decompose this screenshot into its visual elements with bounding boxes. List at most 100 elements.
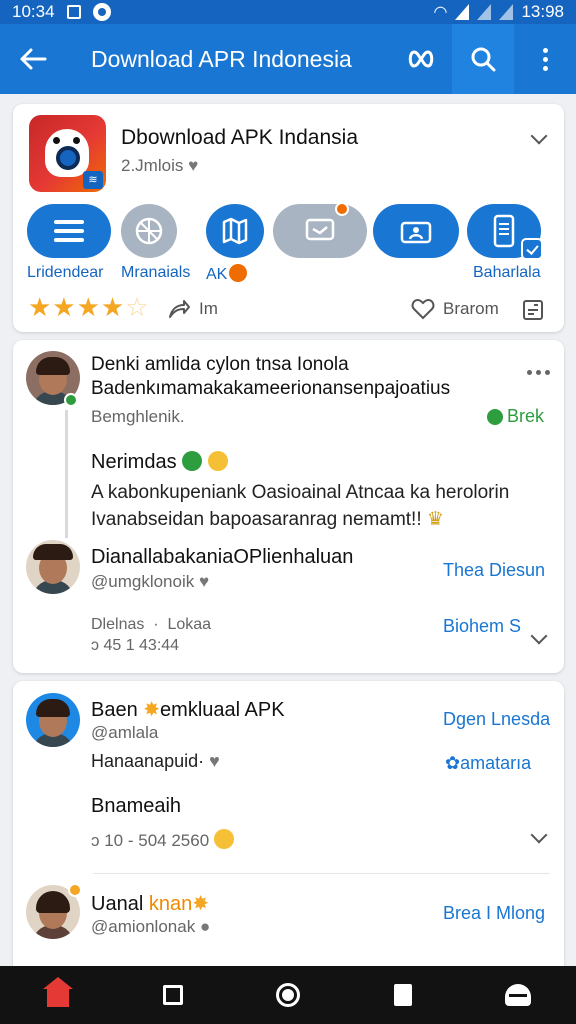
nav-recents[interactable] bbox=[145, 973, 201, 1017]
post-link[interactable]: Brea I Mlong bbox=[443, 903, 545, 924]
smile-emoji-icon bbox=[207, 451, 228, 471]
signal-icon bbox=[455, 4, 470, 20]
infinity-icon bbox=[408, 50, 434, 68]
check-circle-icon bbox=[487, 408, 503, 425]
action-profile-button[interactable] bbox=[373, 204, 459, 258]
home-icon bbox=[42, 977, 73, 1007]
square-icon bbox=[162, 985, 183, 1005]
page-title: Download APR Indonesia bbox=[91, 45, 352, 72]
notification-dot bbox=[335, 202, 349, 216]
chevron-down-icon[interactable] bbox=[530, 826, 548, 844]
action-message-button[interactable] bbox=[273, 202, 367, 258]
reply-handle: @umgklonoik ♥ bbox=[91, 572, 210, 591]
action-map-button[interactable] bbox=[206, 204, 264, 258]
map-icon bbox=[222, 217, 248, 245]
notification-icon bbox=[66, 5, 81, 19]
back-arrow-icon[interactable] bbox=[0, 24, 66, 94]
action-globe-button[interactable] bbox=[121, 204, 177, 258]
app-logo: ≋ bbox=[29, 115, 106, 192]
post-body-line-1: A kabonkupeniank Oasioainal Atncaa ka he… bbox=[91, 482, 510, 503]
heart-outline-icon bbox=[411, 298, 435, 320]
report-icon bbox=[523, 300, 543, 320]
post-link-2[interactable]: ✿amatarıa bbox=[445, 753, 531, 774]
more-horizontal-icon[interactable] bbox=[527, 370, 550, 375]
post-handle: Bemghlenik. bbox=[91, 407, 185, 426]
report-button[interactable] bbox=[521, 298, 545, 322]
nav-home[interactable] bbox=[30, 973, 86, 1017]
signal-3-icon bbox=[499, 4, 514, 20]
device-icon bbox=[493, 214, 515, 248]
nav-home-circle[interactable] bbox=[260, 973, 316, 1017]
app-notification-icon bbox=[92, 3, 111, 21]
green-emoji-icon bbox=[182, 451, 203, 471]
more-vertical-icon bbox=[542, 47, 548, 71]
search-button[interactable] bbox=[452, 24, 514, 94]
status-clock: 13:98 bbox=[521, 2, 564, 21]
search-icon bbox=[471, 47, 496, 72]
hands-emoji-icon: ♛ bbox=[426, 509, 444, 530]
chevron-down-icon[interactable] bbox=[530, 127, 548, 145]
share-button[interactable]: Im bbox=[167, 298, 218, 320]
post-subhead: Bnameaih bbox=[91, 795, 182, 817]
app-title: Dbownload APK Indansia bbox=[121, 126, 358, 149]
sparkle-icon: ✸ bbox=[143, 699, 161, 721]
share-label: Im bbox=[199, 299, 218, 318]
share-arrow-icon bbox=[169, 300, 190, 318]
signal-2-icon bbox=[477, 4, 492, 20]
action-menu-button[interactable] bbox=[27, 204, 111, 258]
wifi-icon: ◠ bbox=[433, 4, 448, 21]
heart-icon: ● bbox=[199, 917, 211, 936]
profile-card-icon bbox=[400, 221, 432, 244]
rating-stars: ★★★★☆ bbox=[28, 292, 150, 322]
online-status-icon bbox=[64, 393, 78, 407]
avatar[interactable] bbox=[26, 540, 80, 594]
badge-icon bbox=[68, 883, 82, 897]
menu-icon bbox=[505, 984, 532, 1006]
post-body-line-2: Ivanabseidan bapoasaranrag nemamt!! ♛ bbox=[91, 509, 444, 530]
reply-link[interactable]: Thea Diesun bbox=[443, 560, 545, 581]
avatar[interactable] bbox=[26, 693, 80, 747]
post-author-name-continued: Badenkımamakakameerionansenpajoatius bbox=[91, 378, 451, 399]
sparkle-icon: ✸ bbox=[192, 893, 209, 915]
post-card: Baen ✸emkluaal APK @amlala Dgen Lnesda H… bbox=[13, 681, 564, 981]
action-device-button[interactable] bbox=[467, 204, 543, 260]
document-icon bbox=[394, 984, 413, 1006]
heart-icon: ♥ bbox=[188, 156, 199, 175]
heart-icon: ♥ bbox=[209, 751, 220, 771]
chevron-down-icon[interactable] bbox=[530, 627, 548, 645]
post-author-name: Uanal knan✸ bbox=[91, 893, 209, 915]
post-subhead: Nerimdas bbox=[91, 451, 228, 474]
post-line: Hanaanapuid· ♥ bbox=[91, 751, 220, 771]
action-label-map: AK bbox=[206, 264, 248, 284]
nav-files[interactable] bbox=[375, 973, 431, 1017]
overflow-menu-button[interactable] bbox=[514, 24, 576, 94]
app-subtitle: 2.Jmlois ♥ bbox=[121, 156, 199, 175]
post-link[interactable]: Dgen Lnesda bbox=[443, 709, 550, 730]
reply-link-2[interactable]: Biohem S bbox=[443, 616, 521, 637]
nav-menu[interactable] bbox=[490, 973, 546, 1017]
app-bar: Download APR Indonesia bbox=[0, 24, 576, 94]
message-icon bbox=[305, 218, 335, 241]
save-button[interactable]: Brarom bbox=[411, 298, 499, 320]
thread-line bbox=[65, 410, 68, 538]
smile-emoji-icon bbox=[213, 829, 234, 849]
action-label-device: Baharlala bbox=[473, 264, 541, 281]
gear-icon: ✿ bbox=[445, 753, 461, 773]
globe-icon bbox=[135, 217, 163, 245]
app-badge-icon: ≋ bbox=[83, 171, 103, 189]
circle-icon bbox=[275, 983, 300, 1007]
action-label-menu: Lridendear bbox=[27, 264, 104, 281]
reply-stats: ↄ 45 1 43:44 bbox=[91, 637, 180, 654]
action-label-globe: Mranaials bbox=[121, 264, 191, 281]
post-author-name: Denki amlida cylon tnsa Ionola bbox=[91, 354, 349, 375]
reply-author-name: DianallabakaniaOPlienhaluan bbox=[91, 546, 354, 568]
post-stats: ↄ 10 - 504 2560 bbox=[91, 829, 234, 851]
heart-icon: ♥ bbox=[198, 572, 210, 591]
share-link-button[interactable] bbox=[390, 24, 452, 94]
app-info-card: ≋ Dbownload APK Indansia 2.Jmlois ♥ Lrid… bbox=[13, 104, 564, 332]
post-card: Denki amlida cylon tnsa Ionola Badenkıma… bbox=[13, 340, 564, 673]
post-author-name: Baen ✸emkluaal APK bbox=[91, 699, 285, 721]
status-badge[interactable]: Brek bbox=[487, 406, 544, 427]
divider bbox=[93, 873, 550, 874]
verified-check-icon bbox=[521, 238, 543, 260]
